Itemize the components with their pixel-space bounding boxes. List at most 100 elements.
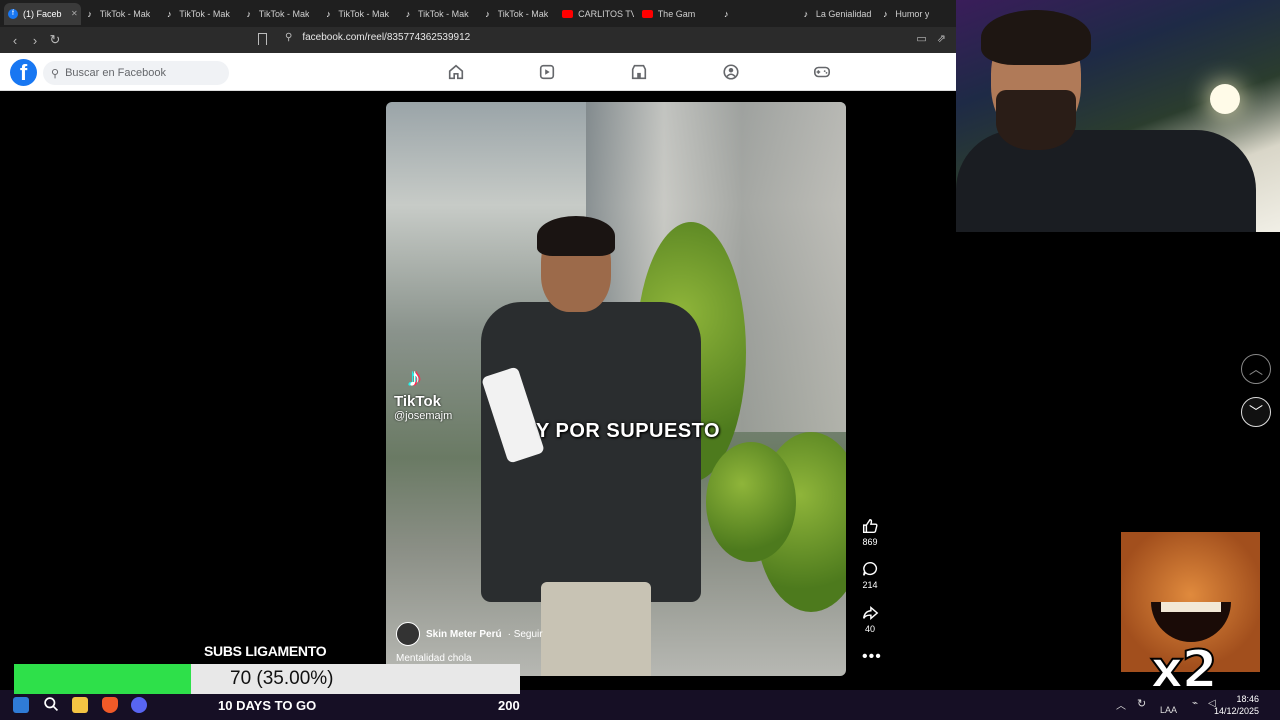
tiktok-logo-icon: ♪ — [408, 362, 421, 392]
taskbar — [0, 690, 1280, 720]
marketplace-icon[interactable] — [630, 63, 648, 81]
browser-tab[interactable]: ♪ TikTok - Mak — [160, 3, 240, 25]
brave-browser-icon[interactable] — [102, 697, 118, 713]
browser-tab[interactable]: f (1) Faceb ✕ — [4, 2, 81, 25]
tiktok-icon: ♪ — [724, 8, 729, 19]
like-button[interactable]: 869 — [856, 517, 884, 547]
like-icon — [862, 518, 878, 534]
file-explorer-icon[interactable] — [72, 697, 88, 713]
search-input[interactable]: ⚲ Buscar en Facebook — [43, 61, 229, 85]
discord-icon[interactable] — [131, 697, 147, 713]
forward-icon[interactable]: › — [25, 30, 45, 50]
tiktok-icon: ♪ — [246, 8, 252, 19]
tab-label: TikTok - Mak — [417, 8, 469, 19]
screen: f (1) Faceb ✕ ♪ TikTok - Mak ♪ TikTok - Mak ♪ Ti… — [0, 0, 1280, 720]
browser-tab[interactable]: ♪ TikTok - Mak — [399, 3, 479, 25]
facebook-header: f ⚲ Buscar en Facebook — [0, 53, 956, 91]
reload-icon[interactable]: ↻ — [45, 30, 65, 50]
goal-target: 200 — [498, 698, 520, 713]
video-background-bush — [706, 442, 796, 562]
search-icon: ⚲ — [51, 67, 60, 80]
tiktok-icon: ♪ — [166, 8, 172, 19]
goal-value: 70 (35.00%) — [230, 668, 334, 689]
share-icon[interactable]: ⇗ — [937, 32, 946, 45]
webcam-overlay — [956, 0, 1280, 232]
follow-link[interactable]: · Seguir — [508, 629, 543, 640]
home-icon[interactable] — [447, 63, 465, 81]
tab-label: TikTok - Mak — [258, 8, 310, 19]
tab-label: CARLITOS TV — [578, 8, 634, 19]
search-placeholder: Buscar en Facebook — [65, 67, 166, 79]
widgets-icon[interactable] — [13, 697, 29, 713]
site-info-icon[interactable]: ⚲ — [285, 32, 292, 43]
share-count: 40 — [864, 624, 875, 634]
previous-reel-button[interactable]: ︿ — [1241, 354, 1271, 384]
browser-tab[interactable]: ♪ — [717, 3, 797, 25]
more-options-button[interactable]: ••• — [862, 648, 882, 666]
tiktok-icon: ♪ — [485, 8, 490, 19]
close-tab-icon[interactable]: ✕ — [71, 9, 78, 18]
network-icon[interactable]: ⌁ — [1192, 698, 1198, 709]
next-reel-button[interactable]: ﹀ — [1241, 397, 1271, 427]
facebook-icon: f — [8, 8, 18, 19]
reel-video[interactable]: ♪ TikTok @josemajm Y POR SUPUESTO Skin M… — [386, 102, 846, 676]
comment-count: 214 — [862, 580, 878, 590]
show-hidden-icons-icon[interactable]: ︿ — [1116, 697, 1126, 712]
clock-date: 14/12/2025 — [1214, 706, 1260, 716]
tiktok-icon: ♪ — [326, 8, 331, 19]
browser-tab[interactable]: The Gam — [638, 3, 718, 25]
tiktok-icon: ♪ — [883, 8, 888, 19]
avatar[interactable] — [396, 622, 420, 646]
facebook-logo[interactable]: f — [10, 59, 37, 86]
browser-tab[interactable]: ♪ TikTok - Mak — [240, 3, 320, 25]
reel-author: Skin Meter Perú · Seguir — [396, 622, 543, 646]
search-icon[interactable] — [43, 696, 60, 713]
comment-button[interactable]: 214 — [856, 560, 884, 590]
cast-icon[interactable]: ▭ — [916, 32, 926, 45]
browser-tab[interactable]: ♪ TikTok - Mak — [81, 3, 161, 25]
browser-tab[interactable]: ♪ TikTok - Mak — [479, 3, 559, 25]
back-icon[interactable]: ‹ — [5, 30, 25, 50]
sync-icon[interactable]: ↻ — [1137, 697, 1146, 710]
clock[interactable]: 18:46 14/12/2025 — [1214, 693, 1260, 717]
youtube-icon — [641, 9, 653, 18]
video-caption-overlay: Y POR SUPUESTO — [536, 420, 721, 442]
clock-time: 18:46 — [1236, 694, 1260, 704]
reel-caption: Mentalidad chola — [396, 653, 472, 664]
tab-label: La Genialidad — [815, 8, 872, 19]
reels-icon[interactable] — [538, 63, 556, 81]
tab-label: Humor y — [895, 8, 930, 19]
comment-icon — [862, 561, 878, 576]
language-indicator[interactable]: LAA — [1160, 705, 1177, 715]
goal-days-left: 10 DAYS TO GO — [218, 698, 317, 713]
tiktok-icon: ♪ — [405, 8, 411, 19]
like-count: 869 — [862, 537, 878, 547]
bookmark-icon[interactable] — [258, 33, 267, 45]
gaming-icon[interactable] — [813, 63, 831, 81]
browser-tab[interactable]: CARLITOS TV — [558, 3, 638, 25]
tiktok-watermark-handle: @josemajm — [394, 410, 453, 422]
goal-title: SUBS LIGAMENTO — [204, 643, 327, 659]
address-bar-row: ‹ › ↻ ⚲ facebook.com/reel/83577436253991… — [0, 27, 956, 53]
browser-actions: ▭ ⇗ — [916, 32, 946, 45]
tiktok-watermark-brand: TikTok — [394, 393, 441, 410]
browser-tab[interactable]: ♪ La Genialidad — [797, 3, 877, 25]
share-icon — [862, 606, 879, 620]
tab-label: TikTok - Mak — [179, 8, 230, 19]
tab-strip: f (1) Faceb ✕ ♪ TikTok - Mak ♪ TikTok - Mak ♪ Ti… — [0, 0, 956, 27]
meme-multiplier: x2 — [1149, 639, 1219, 701]
browser-tab[interactable]: ♪ TikTok - Mak — [319, 3, 399, 25]
tab-label: The Gam — [657, 8, 696, 19]
goal-progress-fill — [14, 664, 192, 694]
share-button[interactable]: 40 — [856, 604, 884, 634]
groups-icon[interactable] — [722, 63, 740, 81]
tab-label — [736, 9, 744, 19]
chevron-down-icon: ﹀ — [1249, 404, 1263, 420]
tiktok-icon: ♪ — [87, 8, 92, 19]
url-field[interactable]: ⚲ facebook.com/reel/835774362539912 — [285, 32, 470, 43]
tab-label: (1) Faceb — [23, 8, 62, 19]
tiktok-watermark: ♪ TikTok @josemajm — [394, 362, 452, 422]
goal-progress-bar: 70 (35.00%) — [14, 664, 520, 694]
browser-tab[interactable]: ♪ Humor y — [876, 3, 956, 25]
author-name[interactable]: Skin Meter Perú — [426, 629, 502, 640]
